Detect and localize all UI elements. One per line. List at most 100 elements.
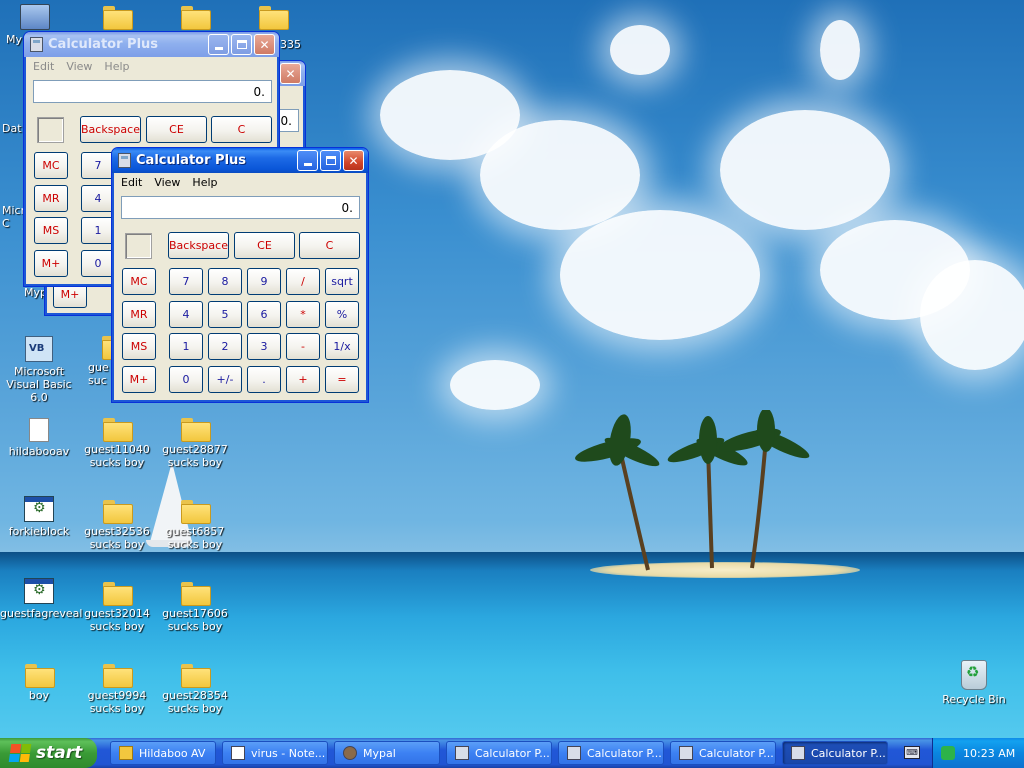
add-button[interactable]: + — [286, 366, 320, 393]
desktop-icon-guest6857[interactable]: guest6857 sucks boy — [156, 500, 234, 551]
menu-view[interactable]: View — [60, 60, 98, 73]
maximize-button[interactable] — [231, 34, 252, 55]
title-bar[interactable]: Calculator Plus ✕ — [112, 148, 368, 173]
desktop-icon-guest-partial[interactable]: gue suc — [88, 336, 112, 387]
digit-7-button[interactable]: 7 — [169, 268, 203, 295]
digit-4-button[interactable]: 4 — [169, 301, 203, 328]
taskbar-button-calculator-2[interactable]: Calculator P... — [558, 741, 664, 765]
digit-9-button[interactable]: 9 — [247, 268, 281, 295]
digit-1-button[interactable]: 1 — [169, 333, 203, 360]
desktop-icon-folder-top-1[interactable] — [78, 6, 156, 31]
palm-trees — [575, 410, 810, 571]
desktop-icon-folder-top-2[interactable] — [156, 6, 234, 31]
minimize-button[interactable] — [297, 150, 318, 171]
desktop-icon-guest9994[interactable]: guest9994 sucks boy — [78, 664, 156, 715]
calculator-window-front[interactable]: Calculator Plus ✕ Edit View Help 0. Back… — [111, 147, 369, 403]
mc-button[interactable]: MC — [122, 268, 156, 295]
divide-button[interactable]: / — [286, 268, 320, 295]
desktop-icon-guest28354[interactable]: guest28354 sucks boy — [156, 664, 234, 715]
digit-2-button[interactable]: 2 — [208, 333, 242, 360]
folder-icon — [103, 500, 133, 524]
desktop-icon-guest28877[interactable]: guest28877 sucks boy — [156, 418, 234, 469]
reciprocal-button[interactable]: 1/x — [325, 333, 359, 360]
desktop-icon-guest11040[interactable]: guest11040 sucks boy — [78, 418, 156, 469]
c-button[interactable]: C — [299, 232, 360, 259]
desktop-icon-guest32536[interactable]: guest32536 sucks boy — [78, 500, 156, 551]
close-button[interactable]: ✕ — [254, 34, 275, 55]
decimal-button[interactable]: . — [247, 366, 281, 393]
network-icon[interactable] — [941, 746, 955, 760]
menu-edit[interactable]: Edit — [27, 60, 60, 73]
ce-button[interactable]: CE — [234, 232, 295, 259]
c-button[interactable]: C — [211, 116, 272, 143]
close-button[interactable]: ✕ — [343, 150, 364, 171]
backspace-button[interactable]: Backspace — [80, 116, 141, 143]
taskbar-button-calculator-4[interactable]: Calculator P... — [782, 741, 888, 765]
taskbar-button-mypal[interactable]: Mypal — [334, 741, 440, 765]
menu-bar: Edit View Help — [24, 57, 279, 75]
desktop-icon-forkieblock[interactable]: forkieblock — [0, 496, 78, 538]
mc-button[interactable]: MC — [34, 152, 68, 179]
calculator-icon — [679, 746, 693, 760]
menu-edit[interactable]: Edit — [115, 176, 148, 189]
menu-help[interactable]: Help — [186, 176, 223, 189]
close-button[interactable]: ✕ — [280, 63, 301, 84]
taskbar-button-calculator-1[interactable]: Calculator P... — [446, 741, 552, 765]
digit-3-button[interactable]: 3 — [247, 333, 281, 360]
folder-icon — [103, 582, 133, 606]
ms-button[interactable]: MS — [34, 217, 68, 244]
digit-4-button[interactable]: 4 — [81, 185, 115, 212]
digit-0-button[interactable]: 0 — [81, 250, 115, 277]
digit-7-button[interactable]: 7 — [81, 152, 115, 179]
ce-button[interactable]: CE — [146, 116, 207, 143]
desktop-icon-boy[interactable]: boy — [0, 664, 78, 702]
minimize-button[interactable] — [208, 34, 229, 55]
taskbar-button-calculator-3[interactable]: Calculator P... — [670, 741, 776, 765]
equals-button[interactable]: = — [325, 366, 359, 393]
m-plus-button[interactable]: M+ — [122, 366, 156, 393]
desktop-icon-recycle-bin[interactable]: Recycle Bin — [935, 660, 1013, 706]
digit-0-button[interactable]: 0 — [169, 366, 203, 393]
sqrt-button[interactable]: sqrt — [325, 268, 359, 295]
taskbar-button-notepad[interactable]: virus - Note... — [222, 741, 328, 765]
m-plus-button[interactable]: M+ — [34, 250, 68, 277]
desktop-icon-visual-basic[interactable]: Microsoft Visual Basic 6.0 — [0, 336, 78, 404]
folder-icon — [103, 6, 133, 30]
digit-6-button[interactable]: 6 — [247, 301, 281, 328]
mr-button[interactable]: MR — [34, 185, 68, 212]
maximize-button[interactable] — [320, 150, 341, 171]
cloud — [820, 20, 860, 80]
folder-icon — [25, 664, 55, 688]
start-button[interactable]: start — [0, 738, 97, 768]
keyboard-icon[interactable]: ⌨ — [904, 746, 920, 759]
desktop-icon-hildabooav[interactable]: hildabooav — [0, 418, 78, 458]
cloud — [560, 210, 760, 340]
title-bar[interactable]: Calculator Plus ✕ — [24, 32, 279, 57]
cloud — [480, 120, 640, 230]
ms-button[interactable]: MS — [122, 333, 156, 360]
desktop-icon-guest32014[interactable]: guest32014 sucks boy — [78, 582, 156, 633]
sign-toggle-button[interactable]: +/- — [208, 366, 242, 393]
desktop-icon-guestfagreveal[interactable]: guestfagreveal — [0, 578, 82, 620]
backspace-button[interactable]: Backspace — [168, 232, 229, 259]
digit-8-button[interactable]: 8 — [208, 268, 242, 295]
desktop-icon-guest17606[interactable]: guest17606 sucks boy — [156, 582, 234, 633]
computer-icon — [20, 4, 50, 30]
percent-button[interactable]: % — [325, 301, 359, 328]
windows-logo-icon — [8, 744, 32, 762]
cloud — [610, 25, 670, 75]
digit-1-button[interactable]: 1 — [81, 217, 115, 244]
menu-bar: Edit View Help — [112, 173, 368, 191]
desktop-icon-folder-top-3[interactable]: 335 — [234, 6, 312, 51]
taskbar-button-hildaboo[interactable]: Hildaboo AV — [110, 741, 216, 765]
clock[interactable]: 10:23 AM — [963, 747, 1015, 760]
multiply-button[interactable]: * — [286, 301, 320, 328]
menu-help[interactable]: Help — [98, 60, 135, 73]
system-tray: 10:23 AM — [932, 738, 1024, 768]
subtract-button[interactable]: - — [286, 333, 320, 360]
menu-view[interactable]: View — [148, 176, 186, 189]
desktop: My Dat Micro C Myp Microsoft Visual Basi… — [0, 0, 1024, 738]
calculator-icon — [791, 746, 805, 760]
mr-button[interactable]: MR — [122, 301, 156, 328]
digit-5-button[interactable]: 5 — [208, 301, 242, 328]
